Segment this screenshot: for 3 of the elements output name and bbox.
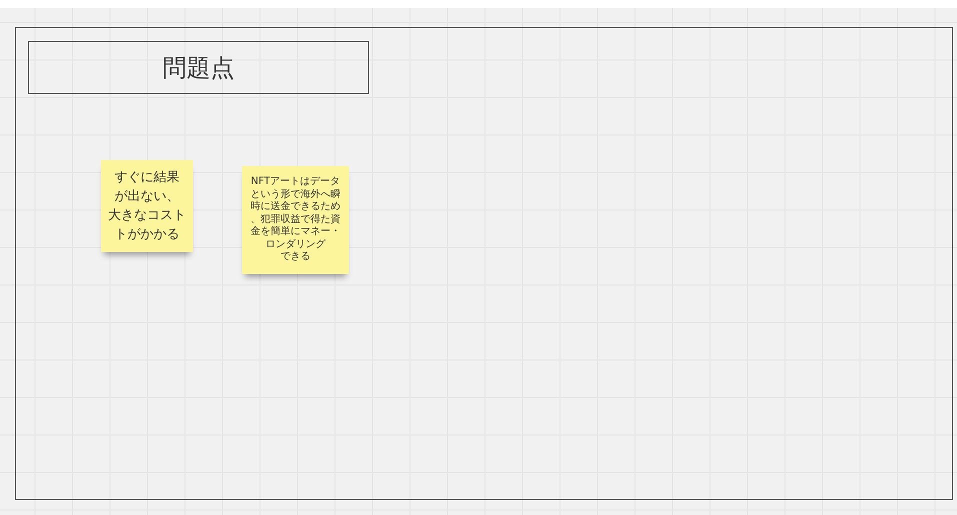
sticky-note[interactable]: NFTアートはデータ という形で海外へ瞬 時に送金できるため 、犯罪収益で得た資 金を簡単にマネー・ ロンダリング できる	[242, 166, 349, 274]
sticky-note[interactable]: すぐに結果 が出ない、 大きなコスト トがかかる	[101, 160, 193, 252]
frame-title[interactable]: 問題点	[28, 41, 369, 94]
